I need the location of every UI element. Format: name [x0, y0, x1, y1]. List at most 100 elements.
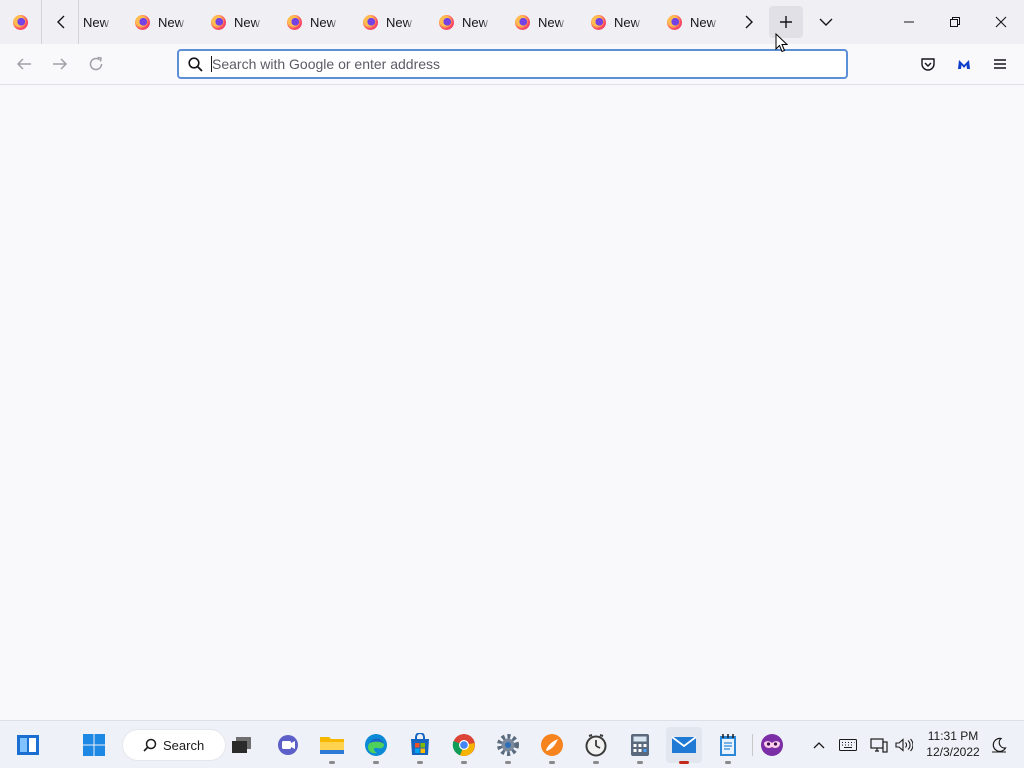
tab[interactable]: New Tab [515, 0, 566, 44]
tab-title: New Tab [614, 14, 642, 30]
show-hidden-icons-button[interactable] [808, 721, 830, 768]
windows-logo-icon [83, 734, 105, 756]
reload-icon [89, 56, 103, 71]
keyboard-icon [839, 739, 857, 751]
file-explorer-button[interactable] [314, 727, 350, 764]
clock-date: 12/3/2022 [926, 745, 980, 759]
keyboard-button[interactable] [837, 721, 859, 768]
taskbar-search[interactable]: Search [122, 729, 226, 761]
game-app-button[interactable] [754, 727, 790, 763]
store-icon [411, 733, 429, 755]
network-icon [870, 738, 888, 753]
clock-icon [585, 734, 607, 757]
tab[interactable]: New Tab [439, 0, 490, 44]
mail-icon [671, 736, 697, 753]
scroll-tabs-left-button[interactable] [46, 7, 76, 37]
address-bar[interactable] [177, 49, 848, 79]
notepad-button[interactable] [710, 727, 746, 764]
taskbar-separator [752, 734, 753, 756]
chevron-left-icon [57, 15, 65, 29]
arrow-left-icon [16, 58, 31, 70]
game-mask-icon [761, 734, 783, 756]
tab[interactable]: New Tab [363, 0, 414, 44]
tab[interactable]: New Tab [667, 0, 718, 44]
tab[interactable]: New Tab [78, 0, 111, 44]
back-button[interactable] [9, 49, 39, 79]
firefox-icon [439, 14, 454, 30]
page-content [0, 85, 1024, 720]
firefox-icon [135, 14, 150, 30]
firefox-icon [13, 14, 28, 30]
task-view-button[interactable] [224, 727, 260, 763]
tab[interactable]: New Tab [591, 0, 642, 44]
mouse-cursor-icon [775, 32, 789, 58]
tab-title: New Tab [158, 14, 186, 30]
pinned-tab[interactable] [0, 0, 42, 44]
search-icon [180, 51, 210, 77]
rocket-app-icon [541, 734, 563, 756]
scroll-tabs-right-button[interactable] [734, 7, 764, 37]
forward-button[interactable] [45, 49, 75, 79]
pocket-icon [921, 58, 935, 71]
clock-time: 11:31 PM [927, 729, 979, 743]
gear-icon [497, 734, 519, 756]
running-indicator [505, 761, 511, 764]
task-view-icon [232, 737, 251, 753]
restore-icon [950, 17, 960, 27]
clock-app-button[interactable] [578, 727, 614, 764]
app-launcher-button[interactable] [534, 727, 570, 764]
running-indicator [593, 761, 599, 764]
firefox-icon [287, 14, 302, 30]
teams-chat-button[interactable] [270, 727, 306, 763]
tab-title: New Tab [310, 14, 338, 30]
widgets-icon [17, 735, 39, 755]
focus-assist-button[interactable] [988, 721, 1010, 768]
tab[interactable]: New Tab [287, 0, 338, 44]
taskbar-clock[interactable]: 11:31 PM 12/3/2022 [920, 728, 986, 760]
edge-button[interactable] [358, 727, 394, 764]
reload-button[interactable] [81, 49, 111, 79]
search-icon [143, 738, 157, 752]
tab-title: New Tab [83, 14, 111, 30]
close-window-button[interactable] [978, 0, 1024, 44]
volume-button[interactable] [893, 721, 915, 768]
address-input[interactable] [212, 52, 846, 76]
mail-button[interactable] [666, 727, 702, 764]
chrome-button[interactable] [446, 727, 482, 764]
list-all-tabs-button[interactable] [810, 6, 842, 38]
hamburger-menu-icon [994, 59, 1006, 69]
network-button[interactable] [868, 721, 890, 768]
moon-icon [992, 737, 1007, 753]
firefox-icon [211, 14, 226, 30]
settings-button[interactable] [490, 727, 526, 764]
chrome-icon [452, 734, 475, 756]
tab-title: New Tab [234, 14, 262, 30]
running-indicator [679, 761, 689, 764]
running-indicator [373, 761, 379, 764]
tab-title: New Tab [690, 14, 718, 30]
restore-button[interactable] [932, 0, 978, 44]
running-indicator [461, 761, 467, 764]
running-indicator [725, 761, 731, 764]
tab-strip: New Tab New Tab New Tab New Tab New Tab … [0, 0, 1024, 44]
microsoft-store-button[interactable] [402, 727, 438, 764]
navigation-toolbar [0, 44, 1024, 85]
app-menu-button[interactable] [985, 49, 1015, 79]
pocket-button[interactable] [913, 49, 943, 79]
tab[interactable]: New Tab [211, 0, 262, 44]
minimize-button[interactable] [886, 0, 932, 44]
taskbar-search-label: Search [163, 737, 205, 753]
widgets-button[interactable] [10, 727, 46, 763]
arrow-right-icon [53, 58, 68, 70]
tab[interactable]: New Tab [135, 0, 186, 44]
edge-icon [365, 734, 387, 756]
close-icon [995, 16, 1007, 28]
plus-icon [780, 16, 792, 28]
malwarebytes-extension-button[interactable] [949, 49, 979, 79]
calculator-button[interactable] [622, 727, 658, 764]
start-button[interactable] [76, 727, 112, 763]
taskbar: Search 11:31 PM 12/3/2022 [0, 720, 1024, 768]
tab-title: New Tab [462, 14, 490, 30]
malwarebytes-icon [958, 60, 970, 69]
running-indicator [637, 761, 643, 764]
